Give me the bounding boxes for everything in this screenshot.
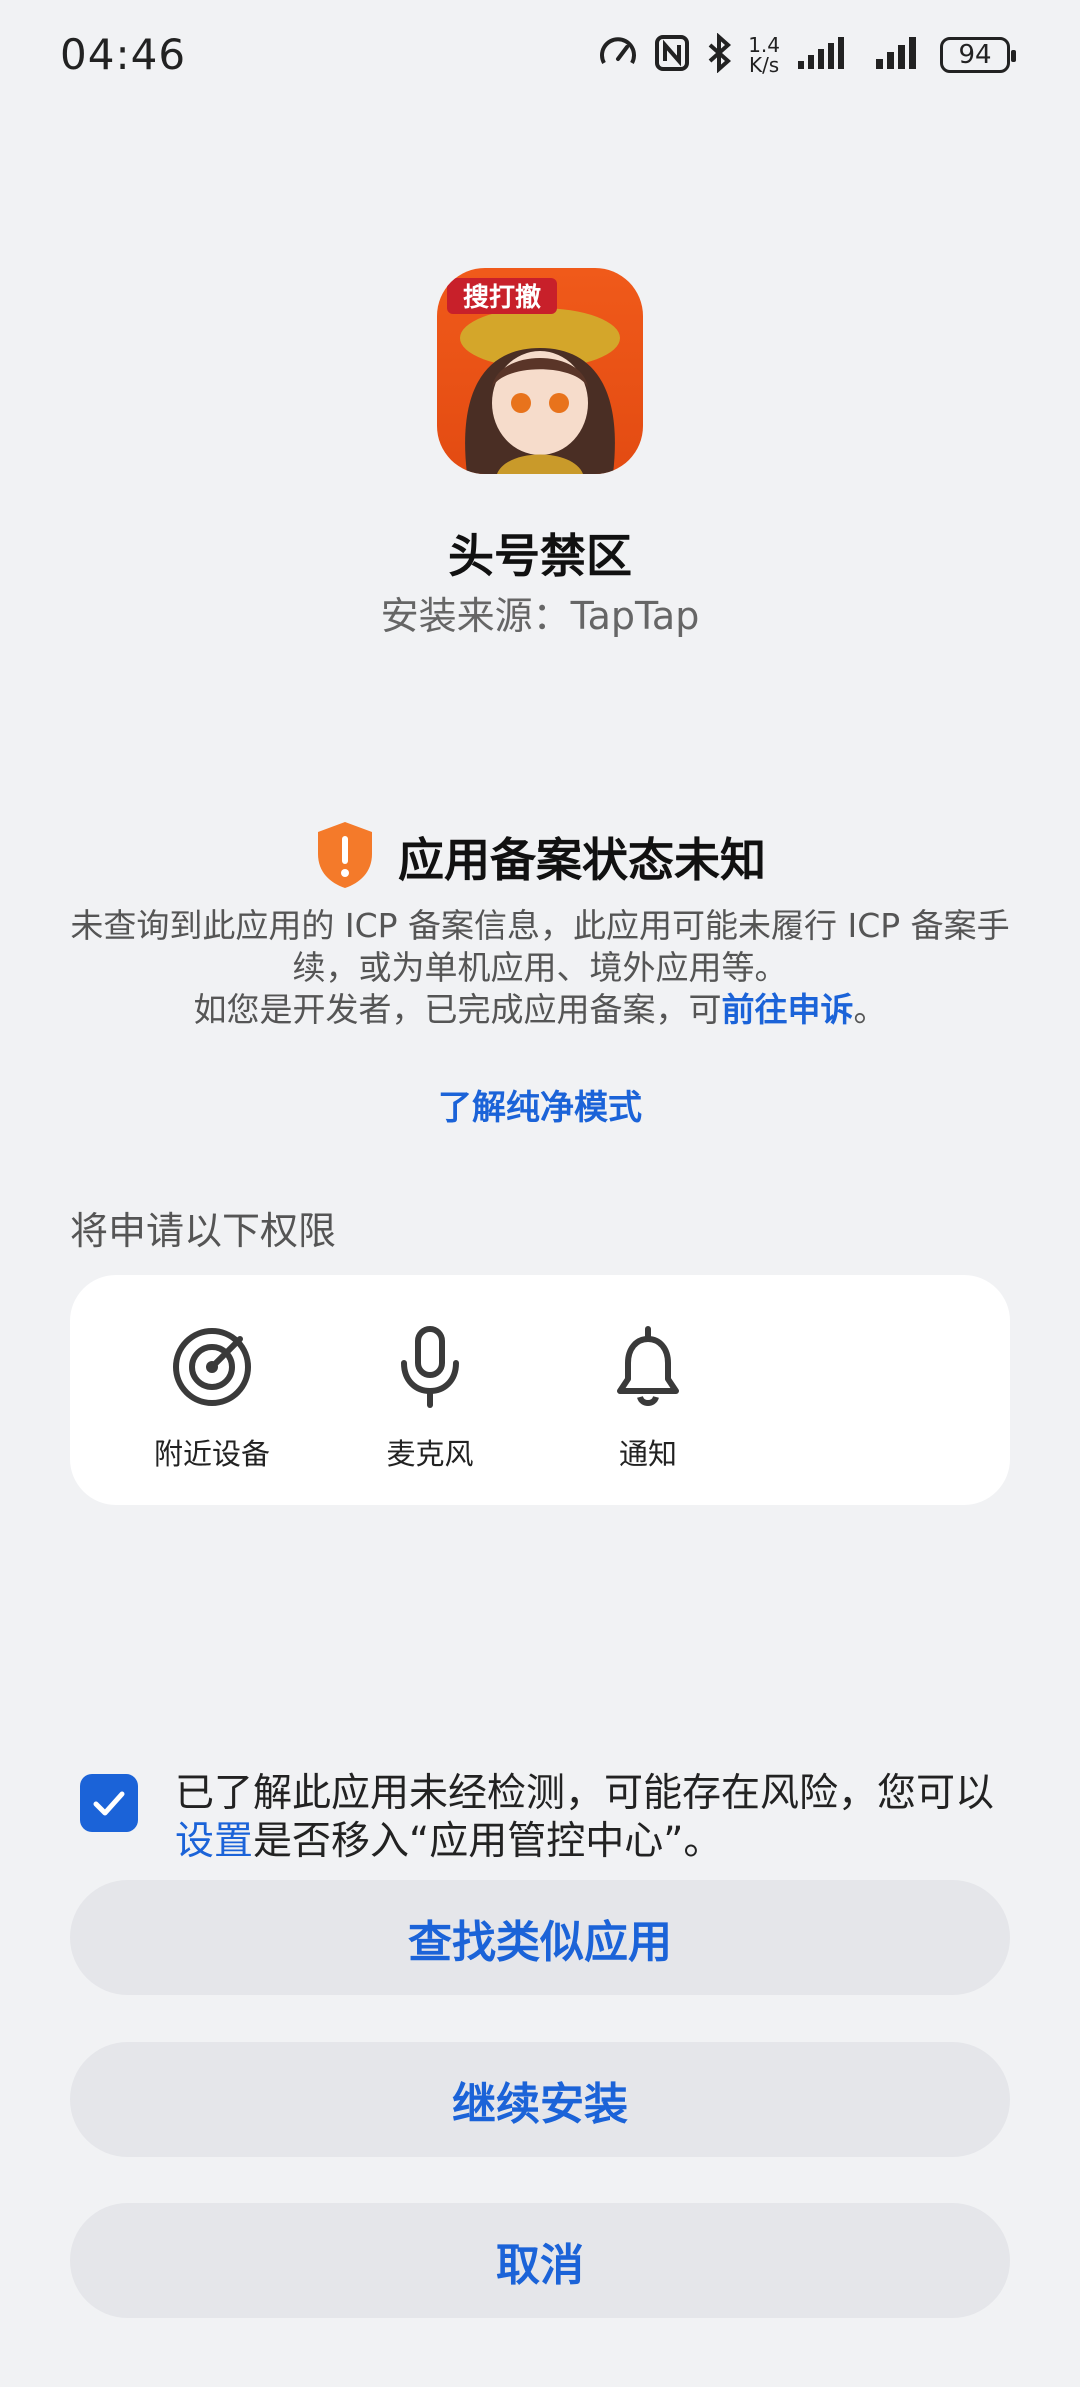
- permission-label: 通知: [618, 1437, 677, 1471]
- status-bar: 04:46 1.4 K/s 94: [0, 0, 1080, 110]
- install-source: 安装来源：TapTap: [380, 594, 700, 638]
- settings-link[interactable]: 设置: [175, 1819, 253, 1864]
- signal-icon: [796, 35, 858, 75]
- permission-label: 麦克风: [386, 1437, 474, 1471]
- learn-pure-mode-link[interactable]: 了解纯净模式: [0, 1080, 1080, 1129]
- network-speed-unit: K/s: [748, 53, 780, 77]
- acknowledge-text: 已了解此应用未经检测，可能存在风险，您可以设置是否移入“应用管控中心”。: [175, 1770, 1015, 1866]
- battery-indicator: 94: [940, 37, 1016, 73]
- find-similar-apps-button[interactable]: 查找类似应用: [70, 1880, 1010, 1995]
- bluetooth-icon: [706, 32, 732, 77]
- speedometer-icon: [598, 33, 638, 77]
- warning-header: 应用备案状态未知: [0, 820, 1080, 894]
- app-icon: 搜打撤: [437, 268, 643, 474]
- acknowledge-text-suffix: 是否移入“应用管控中心”。: [253, 1819, 723, 1864]
- permissions-card: 附近设备 麦克风 通知: [70, 1275, 1010, 1505]
- app-name: 头号禁区: [448, 529, 632, 583]
- permission-nearby-devices: 附近设备: [112, 1325, 312, 1473]
- bell-icon: [606, 1325, 690, 1413]
- microphone-icon: [388, 1325, 472, 1413]
- network-speed-value: 1.4: [748, 33, 780, 57]
- cancel-button[interactable]: 取消: [70, 2203, 1010, 2318]
- nearby-devices-icon: [170, 1325, 254, 1413]
- permission-notification: 通知: [548, 1325, 748, 1473]
- check-icon: [93, 1791, 125, 1816]
- network-speed: 1.4 K/s: [748, 35, 780, 75]
- warning-desc-prefix: 如您是开发者，已完成应用备案，可: [193, 990, 722, 1029]
- status-icons: 1.4 K/s 94: [598, 30, 1016, 80]
- warning-desc-suffix: 。: [853, 990, 887, 1029]
- warning-description: 未查询到此应用的 ICP 备案信息，此应用可能未履行 ICP 备案手续，或为单机…: [70, 905, 1010, 1031]
- warning-desc-line1: 未查询到此应用的 ICP 备案信息，此应用可能未履行 ICP 备案手续，或为单机…: [70, 906, 1010, 987]
- continue-install-button[interactable]: 继续安装: [70, 2042, 1010, 2157]
- permission-microphone: 麦克风: [330, 1325, 530, 1473]
- signal-icon-2: [874, 35, 924, 75]
- status-time: 04:46: [60, 30, 187, 79]
- acknowledge-checkbox[interactable]: [80, 1774, 138, 1832]
- app-icon-badge: 搜打撤: [463, 282, 541, 313]
- acknowledge-text-prefix: 已了解此应用未经检测，可能存在风险，您可以: [175, 1771, 995, 1816]
- shield-warning-icon: [314, 820, 376, 894]
- appeal-link[interactable]: 前往申诉: [722, 990, 854, 1029]
- warning-title: 应用备案状态未知: [398, 833, 766, 887]
- nfc-icon: [654, 33, 690, 77]
- permission-label: 附近设备: [153, 1437, 270, 1471]
- permissions-heading: 将申请以下权限: [70, 1209, 337, 1253]
- warning-desc-line2: 如您是开发者，已完成应用备案，可前往申诉。: [70, 989, 1010, 1031]
